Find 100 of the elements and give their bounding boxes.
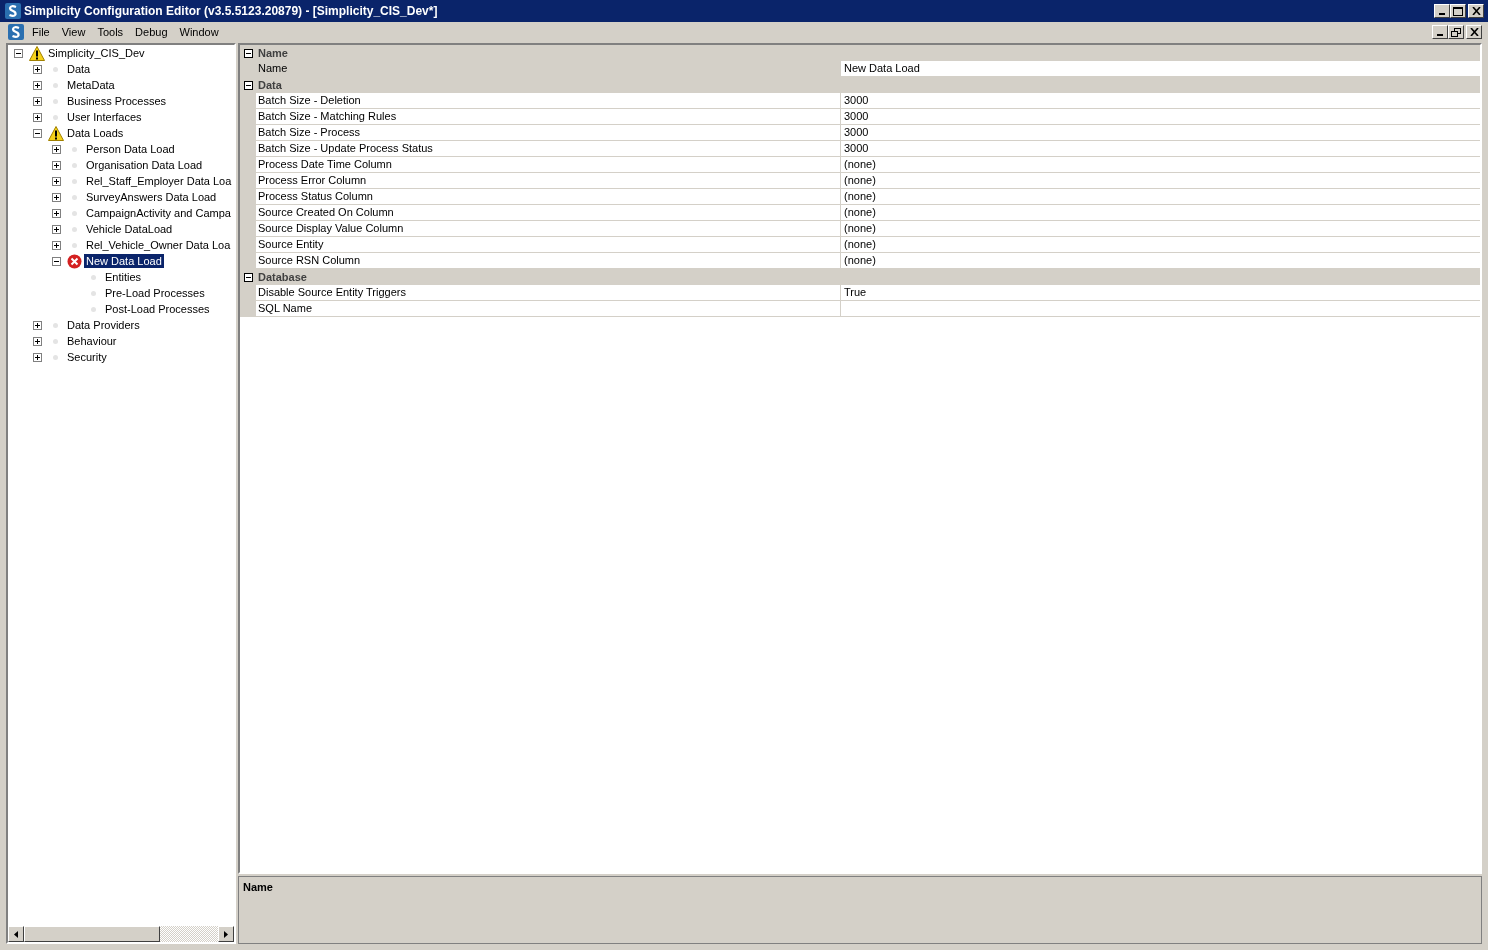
menu-item[interactable]: File: [26, 26, 56, 38]
restore-icon: [1451, 27, 1461, 37]
tree-item[interactable]: MetaData: [65, 78, 117, 92]
category-header: Database: [258, 271, 307, 283]
expander-icon[interactable]: [14, 48, 23, 58]
window-title: Simplicity Configuration Editor (v3.5.5123.20879) - [Simplicity_CIS_Dev*]: [24, 4, 438, 18]
node-dot-icon: [72, 194, 77, 200]
node-dot-icon: [72, 242, 77, 248]
property-value[interactable]: (none): [844, 174, 876, 186]
expander-icon[interactable]: [52, 144, 61, 154]
tree-item[interactable]: Rel_Vehicle_Owner Data Loa: [84, 238, 233, 252]
property-name[interactable]: Process Error Column: [256, 173, 841, 189]
property-name[interactable]: Process Date Time Column: [256, 157, 841, 173]
expander-icon[interactable]: [52, 256, 61, 266]
menu-item[interactable]: Window: [173, 26, 225, 38]
node-dot-icon: [53, 66, 58, 72]
property-value[interactable]: (none): [844, 238, 876, 250]
expander-icon[interactable]: [33, 96, 42, 106]
property-value[interactable]: (none): [844, 222, 876, 234]
category-header: Data: [258, 79, 282, 91]
property-name[interactable]: Name: [256, 61, 841, 77]
node-dot-icon: [91, 274, 96, 280]
app-logo-icon: [5, 3, 21, 19]
property-value[interactable]: 3000: [844, 142, 869, 154]
property-name[interactable]: Process Status Column: [256, 189, 841, 205]
category-header: Name: [258, 47, 288, 59]
warning-icon: [28, 45, 45, 61]
property-value[interactable]: 3000: [844, 110, 869, 122]
property-value[interactable]: New Data Load: [844, 62, 920, 74]
property-name[interactable]: SQL Name: [256, 301, 841, 317]
property-name[interactable]: Source Display Value Column: [256, 221, 841, 237]
node-dot-icon: [72, 178, 77, 184]
node-dot-icon: [53, 338, 58, 344]
tree-item[interactable]: Organisation Data Load: [84, 158, 205, 172]
node-dot-icon: [53, 82, 58, 88]
menu-item[interactable]: View: [55, 26, 92, 38]
expander-icon[interactable]: [33, 80, 42, 90]
tree-item[interactable]: Data Loads: [65, 126, 126, 140]
property-name[interactable]: Batch Size - Deletion: [256, 93, 841, 109]
tree-item[interactable]: Rel_Staff_Employer Data Loa: [84, 174, 234, 188]
expander-icon[interactable]: [33, 128, 42, 138]
tree-item[interactable]: Pre-Load Processes: [103, 286, 207, 300]
tree-item[interactable]: Person Data Load: [84, 142, 177, 156]
left-arrow-icon: [14, 930, 18, 938]
error-icon: [67, 253, 82, 269]
property-name[interactable]: Batch Size - Process: [256, 125, 841, 141]
description-title: Name: [243, 881, 273, 893]
property-value[interactable]: (none): [844, 158, 876, 170]
tree-item[interactable]: Security: [65, 350, 109, 364]
node-dot-icon: [72, 162, 77, 168]
tree-item[interactable]: Data: [65, 62, 93, 76]
app-logo-icon[interactable]: [8, 24, 24, 40]
node-dot-icon: [53, 354, 58, 360]
tree-item[interactable]: Entities: [103, 270, 144, 284]
property-name[interactable]: Batch Size - Update Process Status: [256, 141, 841, 157]
expander-icon[interactable]: [52, 208, 61, 218]
tree-item[interactable]: Vehicle DataLoad: [84, 222, 175, 236]
expander-icon[interactable]: [52, 160, 61, 170]
property-name[interactable]: Batch Size - Matching Rules: [256, 109, 841, 125]
restore-button[interactable]: [1448, 25, 1464, 39]
property-name[interactable]: Source Created On Column: [256, 205, 841, 221]
tree-item[interactable]: User Interfaces: [65, 110, 144, 124]
close-button[interactable]: [1466, 25, 1482, 39]
property-name[interactable]: Disable Source Entity Triggers: [256, 285, 841, 301]
menu-item[interactable]: Tools: [91, 26, 130, 38]
horizontal-scrollbar[interactable]: [8, 926, 234, 942]
tree-item[interactable]: Simplicity_CIS_Dev: [46, 46, 147, 60]
tree-item[interactable]: SurveyAnswers Data Load: [84, 190, 219, 204]
scroll-right-button[interactable]: [218, 926, 234, 942]
tree-item[interactable]: Business Processes: [65, 94, 169, 108]
property-value[interactable]: (none): [844, 190, 876, 202]
expander-icon[interactable]: [33, 64, 42, 74]
minimize-button[interactable]: [1434, 4, 1450, 18]
close-button[interactable]: [1468, 4, 1484, 18]
scroll-thumb[interactable]: [24, 926, 160, 942]
expander-icon[interactable]: [33, 320, 42, 330]
property-value[interactable]: (none): [844, 254, 876, 266]
scroll-left-button[interactable]: [8, 926, 24, 942]
minimize-button[interactable]: [1432, 25, 1448, 39]
expander-icon[interactable]: [52, 240, 61, 250]
expander-icon[interactable]: [52, 192, 61, 202]
expander-icon[interactable]: [52, 224, 61, 234]
tree-item[interactable]: CampaignActivity and Campa: [84, 206, 233, 220]
property-value[interactable]: 3000: [844, 94, 869, 106]
tree-item[interactable]: Post-Load Processes: [103, 302, 212, 316]
tree-item[interactable]: Behaviour: [65, 334, 119, 348]
property-value[interactable]: (none): [844, 206, 876, 218]
expander-icon[interactable]: [33, 336, 42, 346]
menu-item[interactable]: Debug: [129, 26, 174, 38]
expander-icon[interactable]: [52, 176, 61, 186]
close-icon: [1469, 28, 1479, 36]
node-dot-icon: [72, 210, 77, 216]
expander-icon[interactable]: [33, 352, 42, 362]
property-name[interactable]: Source Entity: [256, 237, 841, 253]
expander-icon[interactable]: [33, 112, 42, 122]
tree-item[interactable]: Data Providers: [65, 318, 142, 332]
maximize-button[interactable]: [1450, 4, 1466, 18]
property-value[interactable]: True: [844, 286, 867, 298]
tree-item[interactable]: New Data Load: [84, 254, 164, 268]
property-value[interactable]: 3000: [844, 126, 869, 138]
